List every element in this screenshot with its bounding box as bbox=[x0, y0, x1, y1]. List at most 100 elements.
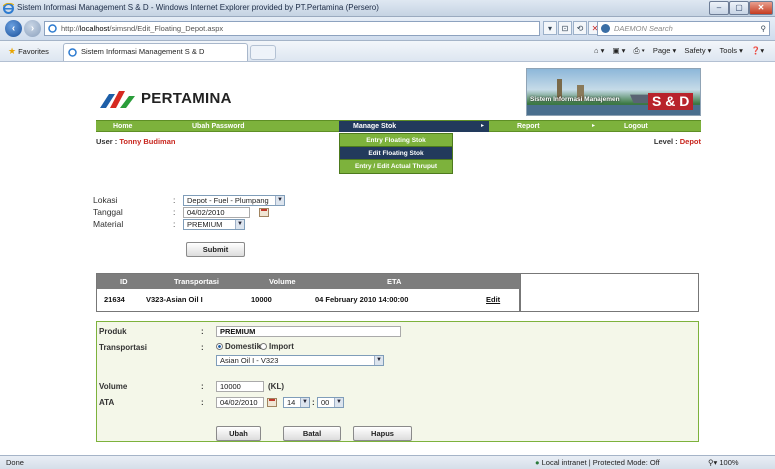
ata-date-input[interactable]: 04/02/2010 bbox=[216, 397, 264, 408]
colon: : bbox=[173, 195, 176, 205]
minimize-button[interactable]: – bbox=[709, 1, 729, 15]
calendar-icon[interactable] bbox=[259, 208, 269, 217]
transportasi-select[interactable]: Asian Oil I - V323 ▼ bbox=[216, 355, 384, 366]
logo-text: PERTAMINA bbox=[141, 90, 232, 107]
chevron-down-icon: ▼ bbox=[275, 196, 284, 205]
menu-edit-floating-stok[interactable]: Edit Floating Stok bbox=[340, 147, 452, 160]
browser-tab[interactable]: Sistem Informasi Management S & D bbox=[63, 43, 248, 61]
volume-label: Volume bbox=[99, 382, 128, 391]
menu-manage-stok[interactable]: Manage Stok bbox=[339, 121, 489, 132]
table-row: 21634 V323-Asian Oil I 10000 04 February… bbox=[97, 289, 520, 311]
time-separator: : bbox=[312, 398, 315, 407]
window-title: Sistem Informasi Management S & D - Wind… bbox=[17, 3, 379, 12]
search-input[interactable]: DAEMON Search ⚲ bbox=[597, 21, 770, 36]
window-titlebar: Sistem Informasi Management S & D - Wind… bbox=[0, 0, 775, 17]
zoom-control[interactable]: ⚲▾ 100% bbox=[708, 456, 739, 469]
feeds-icon[interactable]: ▣ ▾ bbox=[612, 46, 625, 55]
user-name: Tonny Budiman bbox=[119, 137, 176, 146]
material-select[interactable]: PREMIUM ▼ bbox=[183, 219, 245, 230]
url-input[interactable]: http://localhost/simsnd/Edit_Floating_De… bbox=[44, 21, 540, 36]
menu-entry-edit-actual-thruput[interactable]: Entry / Edit Actual Thruput bbox=[340, 160, 452, 173]
banner-title: Sistem Informasi Manajemen bbox=[530, 96, 620, 103]
column-header-volume: Volume bbox=[269, 277, 296, 286]
maximize-button[interactable]: ▢ bbox=[729, 1, 749, 15]
back-button[interactable]: ‹ bbox=[5, 20, 22, 37]
radio-unselected-icon bbox=[260, 343, 267, 350]
cell-transportasi: V323-Asian Oil I bbox=[146, 295, 203, 304]
favorites-bar: ★ Favorites Sistem Informasi Management S… bbox=[0, 41, 775, 62]
table-divider bbox=[520, 274, 521, 311]
import-label: Import bbox=[269, 342, 294, 351]
ata-hour-select[interactable]: 14 ▼ bbox=[283, 397, 310, 408]
refresh-icon[interactable]: ⟲ bbox=[573, 21, 587, 35]
tanggal-input[interactable]: 04/02/2010 bbox=[183, 207, 250, 218]
menu-logout[interactable]: Logout bbox=[624, 121, 648, 132]
volume-input[interactable]: 10000 bbox=[216, 381, 264, 392]
material-value: PREMIUM bbox=[187, 220, 223, 229]
ata-label: ATA bbox=[99, 398, 115, 407]
calendar-icon[interactable] bbox=[267, 398, 277, 407]
print-icon[interactable]: ⎙ ▾ bbox=[634, 46, 645, 55]
floating-stok-table: ID Transportasi Volume ETA 21634 V323-As… bbox=[96, 273, 699, 312]
star-icon: ★ bbox=[8, 46, 17, 56]
safety-menu[interactable]: Safety ▾ bbox=[684, 46, 711, 55]
ata-minute-value: 00 bbox=[321, 398, 330, 407]
domestik-label: Domestik bbox=[225, 342, 262, 351]
help-icon[interactable]: ❓▾ bbox=[751, 46, 764, 55]
colon: : bbox=[173, 219, 176, 229]
zoom-icon: ⚲▾ bbox=[708, 458, 718, 467]
submit-button[interactable]: Submit bbox=[186, 242, 245, 257]
chevron-down-icon: ▼ bbox=[374, 356, 383, 365]
chevron-right-icon: ▸ bbox=[592, 123, 596, 129]
material-label: Material bbox=[93, 219, 124, 229]
tab-page-icon bbox=[68, 48, 77, 57]
menu-report[interactable]: Report bbox=[517, 121, 540, 132]
internet-explorer-icon bbox=[3, 3, 14, 14]
cell-id: 21634 bbox=[104, 295, 125, 304]
ata-minute-select[interactable]: 00 ▼ bbox=[317, 397, 344, 408]
domestik-radio[interactable]: Domestik bbox=[216, 342, 261, 351]
security-zone[interactable]: ● Local intranet | Protected Mode: Off bbox=[535, 456, 660, 469]
address-toolbar: ‹ › http://localhost/simsnd/Edit_Floatin… bbox=[0, 17, 775, 41]
search-icon[interactable]: ⚲ bbox=[761, 22, 767, 35]
tools-menu[interactable]: Tools ▾ bbox=[720, 46, 743, 55]
column-header-eta: ETA bbox=[387, 277, 402, 286]
search-provider-icon bbox=[601, 24, 610, 33]
forward-button[interactable]: › bbox=[24, 20, 41, 37]
page-menu[interactable]: Page ▾ bbox=[653, 46, 676, 55]
chevron-right-icon: ▸ bbox=[481, 123, 485, 129]
menu-home[interactable]: Home bbox=[113, 121, 132, 132]
lokasi-select[interactable]: Depot - Fuel - Plumpang ▼ bbox=[183, 195, 285, 206]
lokasi-value: Depot - Fuel - Plumpang bbox=[187, 196, 269, 205]
tanggal-label: Tanggal bbox=[93, 207, 123, 217]
ubah-button[interactable]: Ubah bbox=[216, 426, 261, 441]
header-banner: Sistem Informasi Manajemen S & D bbox=[526, 68, 701, 116]
intranet-icon: ● bbox=[535, 458, 540, 467]
close-window-button[interactable]: ✕ bbox=[749, 1, 773, 15]
volume-unit: (KL) bbox=[268, 382, 284, 391]
edit-link[interactable]: Edit bbox=[486, 295, 500, 304]
menu-entry-floating-stok[interactable]: Entry Floating Stok bbox=[340, 134, 452, 147]
import-radio[interactable]: Import bbox=[260, 342, 294, 351]
security-zone-text: Local intranet | Protected Mode: Off bbox=[541, 458, 660, 467]
produk-field: PREMIUM bbox=[216, 326, 401, 337]
rss-icon[interactable]: ⊡ bbox=[558, 21, 572, 35]
banner-badge: S & D bbox=[648, 93, 694, 110]
level-value: Depot bbox=[679, 137, 701, 146]
status-bar: Done ● Local intranet | Protected Mode: … bbox=[0, 455, 775, 469]
status-text: Done bbox=[6, 458, 24, 467]
batal-button[interactable]: Batal bbox=[283, 426, 341, 441]
menu-ubah-password[interactable]: Ubah Password bbox=[192, 121, 245, 132]
favorites-button[interactable]: ★ Favorites bbox=[8, 46, 49, 57]
home-icon[interactable]: ⌂ ▾ bbox=[594, 46, 604, 55]
column-header-id: ID bbox=[120, 277, 128, 286]
hapus-button[interactable]: Hapus bbox=[353, 426, 412, 441]
url-path: /simsnd/Edit_Floating_Depot.aspx bbox=[109, 24, 224, 33]
table-header: ID Transportasi Volume ETA bbox=[97, 274, 520, 289]
compat-view-icon[interactable]: ▾ bbox=[543, 21, 557, 35]
new-tab-button[interactable] bbox=[250, 45, 276, 60]
url-prefix: http:// bbox=[61, 24, 80, 33]
pertamina-logo-icon bbox=[100, 91, 135, 108]
chevron-down-icon: ▼ bbox=[235, 220, 244, 229]
zoom-level: 100% bbox=[719, 458, 739, 467]
